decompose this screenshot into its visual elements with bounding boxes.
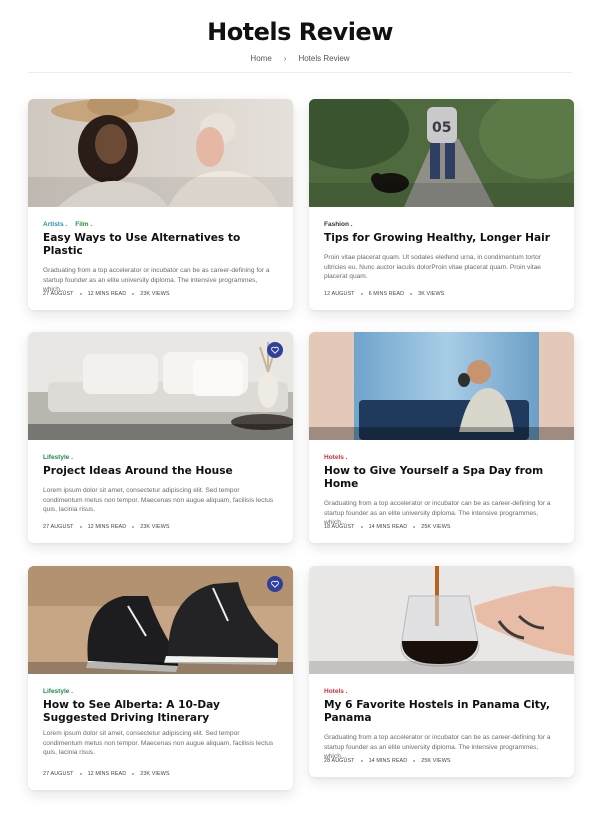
post-categories: Hotels	[324, 454, 559, 461]
post-card[interactable]: Artists Film Easy Ways to Use Alternativ…	[28, 99, 293, 310]
category-link[interactable]: Film	[75, 221, 92, 228]
category-link[interactable]: Hotels	[324, 454, 348, 461]
heart-icon	[271, 346, 279, 354]
post-title[interactable]: My 6 Favorite Hostels in Panama City, Pa…	[324, 699, 559, 725]
post-meta: 27 AUGUST 12 MINS READ 23K VIEWS	[43, 291, 170, 297]
post-meta: 27 AUGUST 12 MINS READ 23K VIEWS	[43, 771, 170, 777]
heart-icon	[271, 580, 279, 588]
post-title[interactable]: Tips for Growing Healthy, Longer Hair	[324, 232, 559, 245]
meta-separator	[79, 773, 82, 775]
meta-separator	[132, 773, 135, 775]
post-read-time: 14 MINS READ	[368, 758, 408, 764]
post-categories: Artists Film	[43, 221, 278, 228]
category-link[interactable]: Fashion	[324, 221, 353, 228]
post-views: 25K VIEWS	[421, 758, 451, 764]
post-meta: 28 AUGUST 14 MINS READ 25K VIEWS	[324, 758, 451, 764]
post-categories: Hotels	[324, 688, 559, 695]
post-title[interactable]: How to See Alberta: A 10-Day Suggested D…	[43, 699, 278, 725]
meta-separator	[360, 293, 363, 295]
post-views: 23K VIEWS	[140, 524, 170, 530]
post-date: 18 AUGUST	[324, 524, 355, 530]
post-date: 27 AUGUST	[43, 771, 74, 777]
post-image[interactable]	[28, 99, 293, 207]
post-card[interactable]: 05 Fashion Tips for Growing Healthy, Lon…	[309, 99, 574, 310]
post-read-time: 12 MINS READ	[87, 771, 127, 777]
post-read-time: 6 MINS READ	[368, 291, 405, 297]
header-divider	[28, 72, 572, 73]
post-date: 27 AUGUST	[43, 524, 74, 530]
post-categories: Lifestyle	[43, 454, 278, 461]
post-read-time: 12 MINS READ	[87, 291, 127, 297]
meta-separator	[79, 526, 82, 528]
post-meta: 12 AUGUST 6 MINS READ 3K VIEWS	[324, 291, 444, 297]
breadcrumb: Home › Hotels Review	[0, 54, 600, 63]
post-card[interactable]: Lifestyle How to See Alberta: A 10-Day S…	[28, 566, 293, 790]
post-title[interactable]: Easy Ways to Use Alternatives to Plastic	[43, 232, 278, 258]
meta-separator	[413, 526, 416, 528]
post-excerpt: Lorem ipsum dolor sit amet, consectetur …	[43, 487, 274, 513]
post-meta: 18 AUGUST 14 MINS READ 25K VIEWS	[324, 524, 451, 530]
breadcrumb-current: Hotels Review	[298, 54, 350, 63]
post-card[interactable]: Hotels My 6 Favorite Hostels in Panama C…	[309, 566, 574, 777]
post-views: 3K VIEWS	[418, 291, 445, 297]
post-views: 25K VIEWS	[421, 524, 451, 530]
post-date: 28 AUGUST	[324, 758, 355, 764]
post-image[interactable]	[28, 332, 293, 440]
post-categories: Fashion	[324, 221, 559, 228]
meta-separator	[410, 293, 413, 295]
post-image[interactable]	[309, 332, 574, 440]
post-views: 23K VIEWS	[140, 291, 170, 297]
category-link[interactable]: Artists	[43, 221, 67, 228]
post-image[interactable]	[28, 566, 293, 674]
post-excerpt: Lorem ipsum dolor sit amet, consectetur …	[43, 730, 274, 756]
post-date: 12 AUGUST	[324, 291, 355, 297]
breadcrumb-home-link[interactable]: Home	[250, 54, 271, 63]
meta-separator	[360, 760, 363, 762]
post-image[interactable]	[309, 566, 574, 674]
favorite-button[interactable]	[267, 342, 283, 358]
post-read-time: 12 MINS READ	[87, 524, 127, 530]
post-card[interactable]: Hotels How to Give Yourself a Spa Day fr…	[309, 332, 574, 543]
meta-separator	[132, 526, 135, 528]
meta-separator	[413, 760, 416, 762]
post-meta: 27 AUGUST 12 MINS READ 23K VIEWS	[43, 524, 170, 530]
page-header: Hotels Review Home › Hotels Review	[0, 0, 600, 63]
page-title: Hotels Review	[207, 18, 393, 46]
category-link[interactable]: Hotels	[324, 688, 348, 695]
category-link[interactable]: Lifestyle	[43, 688, 73, 695]
category-link[interactable]: Lifestyle	[43, 454, 73, 461]
meta-separator	[79, 293, 82, 295]
breadcrumb-separator: ›	[283, 54, 287, 63]
post-date: 27 AUGUST	[43, 291, 74, 297]
meta-separator	[132, 293, 135, 295]
post-read-time: 14 MINS READ	[368, 524, 408, 530]
svg-text:05: 05	[432, 120, 451, 136]
meta-separator	[360, 526, 363, 528]
post-card[interactable]: Lifestyle Project Ideas Around the House…	[28, 332, 293, 543]
post-excerpt: Proin vitae placerat quam. Ut sodales el…	[324, 254, 541, 280]
favorite-button[interactable]	[267, 576, 283, 592]
post-image[interactable]: 05	[309, 99, 574, 207]
post-title[interactable]: Project Ideas Around the House	[43, 465, 278, 478]
post-categories: Lifestyle	[43, 688, 278, 695]
post-title[interactable]: How to Give Yourself a Spa Day from Home	[324, 465, 559, 491]
post-views: 23K VIEWS	[140, 771, 170, 777]
